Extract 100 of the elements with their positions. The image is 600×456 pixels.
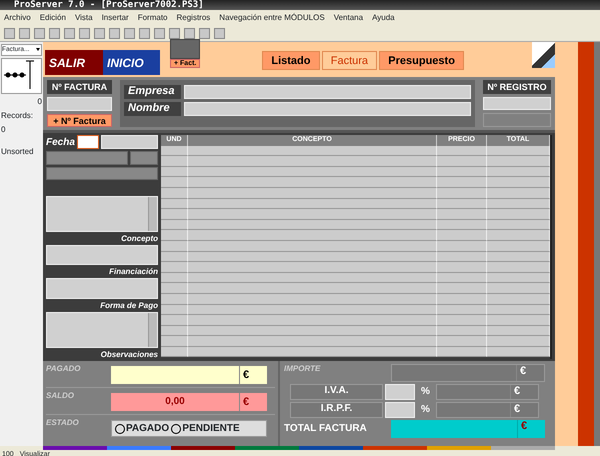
menu-item[interactable]: Edición xyxy=(40,12,66,24)
table-cell[interactable] xyxy=(487,252,550,262)
table-cell[interactable] xyxy=(487,230,550,241)
table-cell[interactable] xyxy=(188,230,437,241)
table-cell[interactable] xyxy=(437,262,487,273)
date-field[interactable] xyxy=(100,135,158,149)
table-cell[interactable] xyxy=(161,252,188,262)
table-cell[interactable] xyxy=(188,146,437,156)
menu-item[interactable]: Navegación entre MÓDULOS xyxy=(219,12,325,24)
table-cell[interactable] xyxy=(487,283,550,294)
table-cell[interactable] xyxy=(487,315,550,326)
table-cell[interactable] xyxy=(487,336,550,347)
table-cell[interactable] xyxy=(188,188,437,199)
menu-item[interactable]: Vista xyxy=(74,12,93,24)
table-cell[interactable] xyxy=(487,294,550,304)
table-cell[interactable] xyxy=(437,220,487,230)
table-cell[interactable] xyxy=(188,346,437,358)
table-cell[interactable] xyxy=(487,146,550,156)
calendar-icon[interactable] xyxy=(76,135,99,149)
registry-secondary-field[interactable] xyxy=(483,112,551,127)
total-field[interactable]: € xyxy=(391,420,545,438)
table-cell[interactable] xyxy=(188,272,437,284)
table-cell[interactable] xyxy=(188,209,437,220)
table-cell[interactable] xyxy=(188,283,437,294)
table-cell[interactable] xyxy=(487,198,550,210)
table-cell[interactable] xyxy=(161,209,188,220)
table-cell[interactable] xyxy=(161,166,188,178)
table-cell[interactable] xyxy=(487,304,550,316)
table-cell[interactable] xyxy=(437,336,487,347)
menu-item[interactable]: Registros xyxy=(176,12,210,24)
table-cell[interactable] xyxy=(161,272,188,284)
table-cell[interactable] xyxy=(161,230,188,241)
table-cell[interactable] xyxy=(188,177,437,188)
amount-field[interactable]: 0,00 € xyxy=(111,393,267,411)
menu-item[interactable]: Insertar xyxy=(102,12,129,24)
table-cell[interactable] xyxy=(161,188,188,199)
percent-field[interactable] xyxy=(385,384,415,400)
table-cell[interactable] xyxy=(161,294,188,304)
table-cell[interactable] xyxy=(161,283,188,294)
amount-field[interactable]: € xyxy=(436,384,539,400)
table-cell[interactable] xyxy=(437,209,487,220)
table-cell[interactable] xyxy=(437,198,487,210)
radio-option[interactable]: PENDIENTE xyxy=(171,423,240,434)
menu-item[interactable]: Ayuda xyxy=(372,12,395,24)
registry-field[interactable] xyxy=(483,97,551,110)
table-cell[interactable] xyxy=(437,188,487,199)
table-cell[interactable] xyxy=(437,166,487,178)
table-cell[interactable] xyxy=(188,198,437,210)
table-cell[interactable] xyxy=(161,346,188,358)
table-cell[interactable] xyxy=(188,166,437,178)
table-cell[interactable] xyxy=(437,304,487,316)
table-cell[interactable] xyxy=(437,240,487,252)
table-cell[interactable] xyxy=(437,315,487,326)
table-cell[interactable] xyxy=(161,262,188,273)
text-area[interactable] xyxy=(46,196,158,232)
table-cell[interactable] xyxy=(161,177,188,188)
table-cell[interactable] xyxy=(487,272,550,284)
table-cell[interactable] xyxy=(437,283,487,294)
exit-button[interactable]: SALIR xyxy=(45,50,103,75)
table-cell[interactable] xyxy=(437,177,487,188)
radio-button[interactable] xyxy=(171,424,182,434)
table-cell[interactable] xyxy=(487,156,550,167)
table-cell[interactable] xyxy=(188,262,437,273)
table-cell[interactable] xyxy=(188,304,437,316)
table-cell[interactable] xyxy=(161,304,188,316)
tab[interactable]: Factura xyxy=(322,51,378,70)
table-cell[interactable] xyxy=(161,156,188,167)
tab[interactable]: Listado xyxy=(262,51,320,70)
table-cell[interactable] xyxy=(437,326,487,336)
table-cell[interactable] xyxy=(161,198,188,210)
scrollbar[interactable] xyxy=(148,196,157,232)
table-cell[interactable] xyxy=(437,230,487,241)
table-cell[interactable] xyxy=(487,220,550,230)
table-cell[interactable] xyxy=(161,220,188,230)
table-cell[interactable] xyxy=(161,336,188,347)
table-cell[interactable] xyxy=(437,294,487,304)
table-cell[interactable] xyxy=(487,346,550,358)
menu-item[interactable]: Ventana xyxy=(334,12,364,24)
table-cell[interactable] xyxy=(161,146,188,156)
radio-button[interactable] xyxy=(115,424,125,434)
table-cell[interactable] xyxy=(188,326,437,336)
menu-item[interactable]: Formato xyxy=(138,12,168,24)
text-field[interactable] xyxy=(130,151,158,165)
home-button[interactable]: INICIO xyxy=(103,50,160,75)
table-cell[interactable] xyxy=(161,240,188,252)
table-cell[interactable] xyxy=(487,326,550,336)
table-cell[interactable] xyxy=(188,315,437,326)
scrollbar[interactable] xyxy=(148,312,157,347)
percent-field[interactable] xyxy=(385,402,415,418)
table-cell[interactable] xyxy=(437,156,487,167)
table-cell[interactable] xyxy=(437,252,487,262)
invoice-number-field[interactable] xyxy=(47,97,112,111)
table-cell[interactable] xyxy=(188,240,437,252)
table-cell[interactable] xyxy=(188,252,437,262)
table-cell[interactable] xyxy=(161,315,188,326)
table-cell[interactable] xyxy=(188,336,437,347)
tab[interactable]: Presupuesto xyxy=(379,51,464,70)
table-cell[interactable] xyxy=(487,166,550,178)
amount-field[interactable]: € xyxy=(391,364,545,382)
table-cell[interactable] xyxy=(437,272,487,284)
